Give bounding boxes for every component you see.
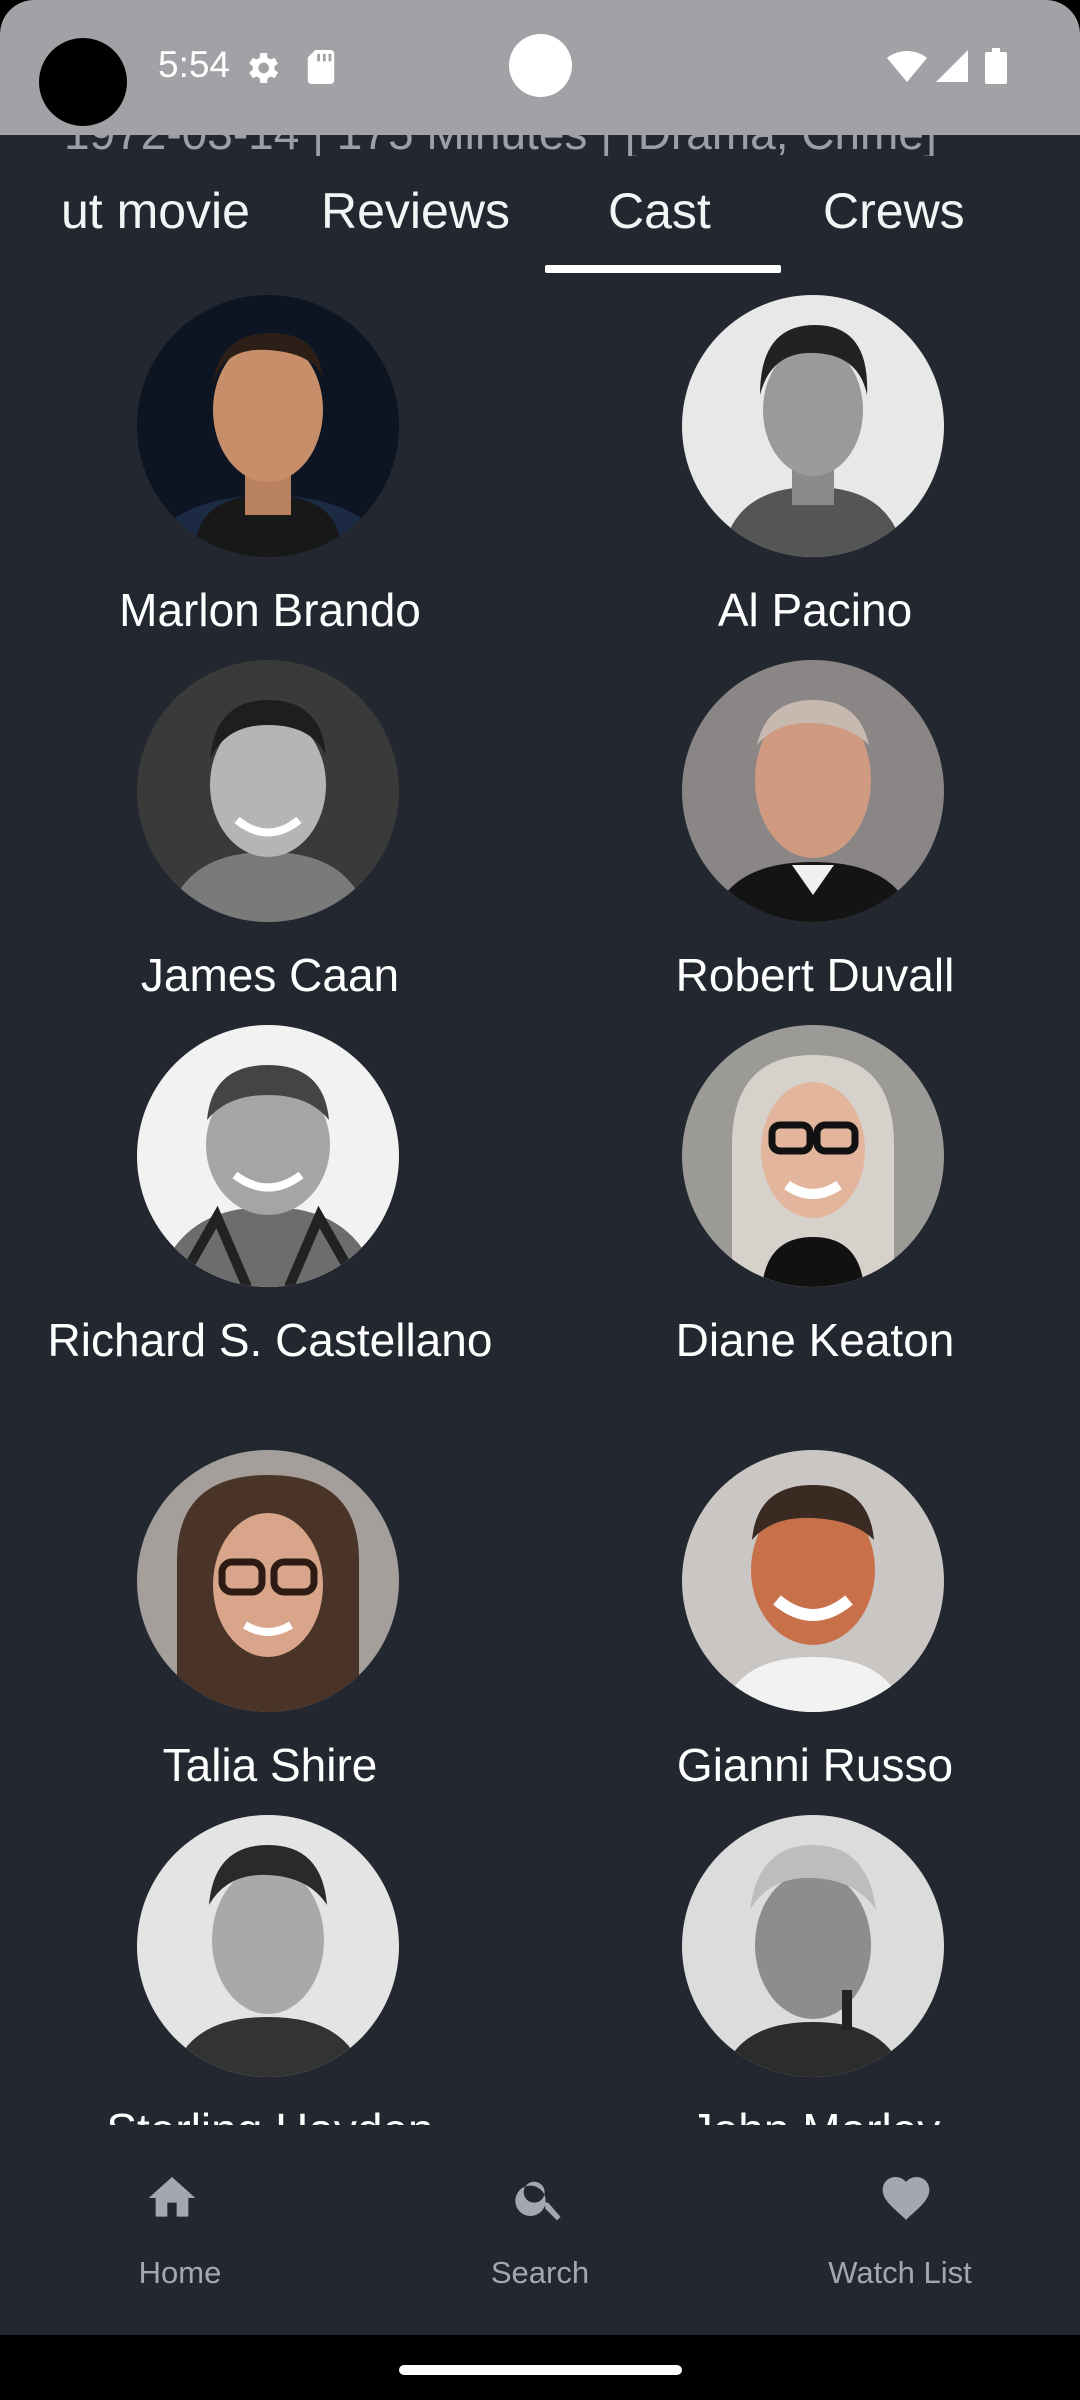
status-time: 5:54 [158,44,231,85]
cast-photo [137,1025,399,1287]
home-icon [148,2177,196,2217]
tab-reviews[interactable]: Reviews [321,182,510,240]
nav-search-label: Search [490,2255,590,2290]
front-camera [509,34,572,97]
cast-name: Gianni Russo [676,1739,954,1791]
cast-photo [682,1025,944,1287]
battery-icon [985,48,1007,84]
settings-gear-icon [249,53,278,83]
gesture-handle[interactable] [399,2365,682,2375]
cast-item[interactable]: Gianni Russo [545,1450,1080,1791]
tab-about-movie[interactable]: ut movie [61,182,250,240]
cast-item[interactable]: Sterling Hayden [0,1815,540,2125]
cast-photo [137,295,399,557]
cast-name: Marlon Brando [119,584,421,636]
cast-item[interactable]: Marlon Brando [0,295,540,636]
status-bar: 5:54 [0,0,1080,135]
search-icon [515,2181,561,2221]
cast-photo [137,1450,399,1712]
cast-name: Robert Duvall [675,949,955,1001]
cast-item[interactable]: Al Pacino [545,295,1080,636]
phone-screen: 1972-03-14 | 175 Minutes | [Drama, Crime… [0,0,1080,2400]
cast-name: Richard S. Castellano [47,1314,493,1366]
bottom-navigation: Home Search Watch List [0,2130,1080,2335]
cast-name: Al Pacino [717,584,913,636]
tab-selected-indicator [545,265,781,273]
cast-photo [682,1450,944,1712]
cast-item[interactable]: Diane Keaton [545,1025,1080,1366]
tab-crews[interactable]: Crews [823,182,965,240]
camera-cutout [39,38,127,126]
sd-card-icon [307,50,335,84]
cast-photo [137,1815,399,2077]
cast-photo [137,660,399,922]
nav-home-label: Home [138,2255,222,2290]
cast-name: Talia Shire [162,1739,378,1791]
system-gesture-bar [0,2335,1080,2400]
cast-photo [682,1815,944,2077]
heart-icon [882,2177,930,2220]
cast-name: Sterling Hayden [0,2100,540,2125]
cast-name: Diane Keaton [675,1314,955,1366]
cast-photo [682,295,944,557]
cast-item[interactable]: Talia Shire [0,1450,540,1791]
cast-photo [682,660,944,922]
movie-tabs: ut movie Reviews Cast Crews [0,160,1080,275]
cell-signal-icon [936,50,968,82]
nav-watch-list[interactable]: Watch List [720,2130,1080,2335]
cast-grid[interactable]: Marlon Brando Al Pacino James Caan Rober… [0,280,1080,2125]
cast-name: James Caan [140,949,400,1001]
cast-item[interactable]: John Marley [545,1815,1080,2125]
cast-item[interactable]: James Caan [0,660,540,1001]
tab-cast[interactable]: Cast [608,182,711,240]
cast-name: John Marley [545,2100,1080,2125]
nav-watch-list-label: Watch List [828,2255,972,2290]
nav-home[interactable]: Home [0,2130,360,2335]
cast-item[interactable]: Robert Duvall [545,660,1080,1001]
wifi-icon [887,50,927,82]
cast-item[interactable]: Richard S. Castellano [0,1025,540,1415]
nav-search[interactable]: Search [360,2130,720,2335]
